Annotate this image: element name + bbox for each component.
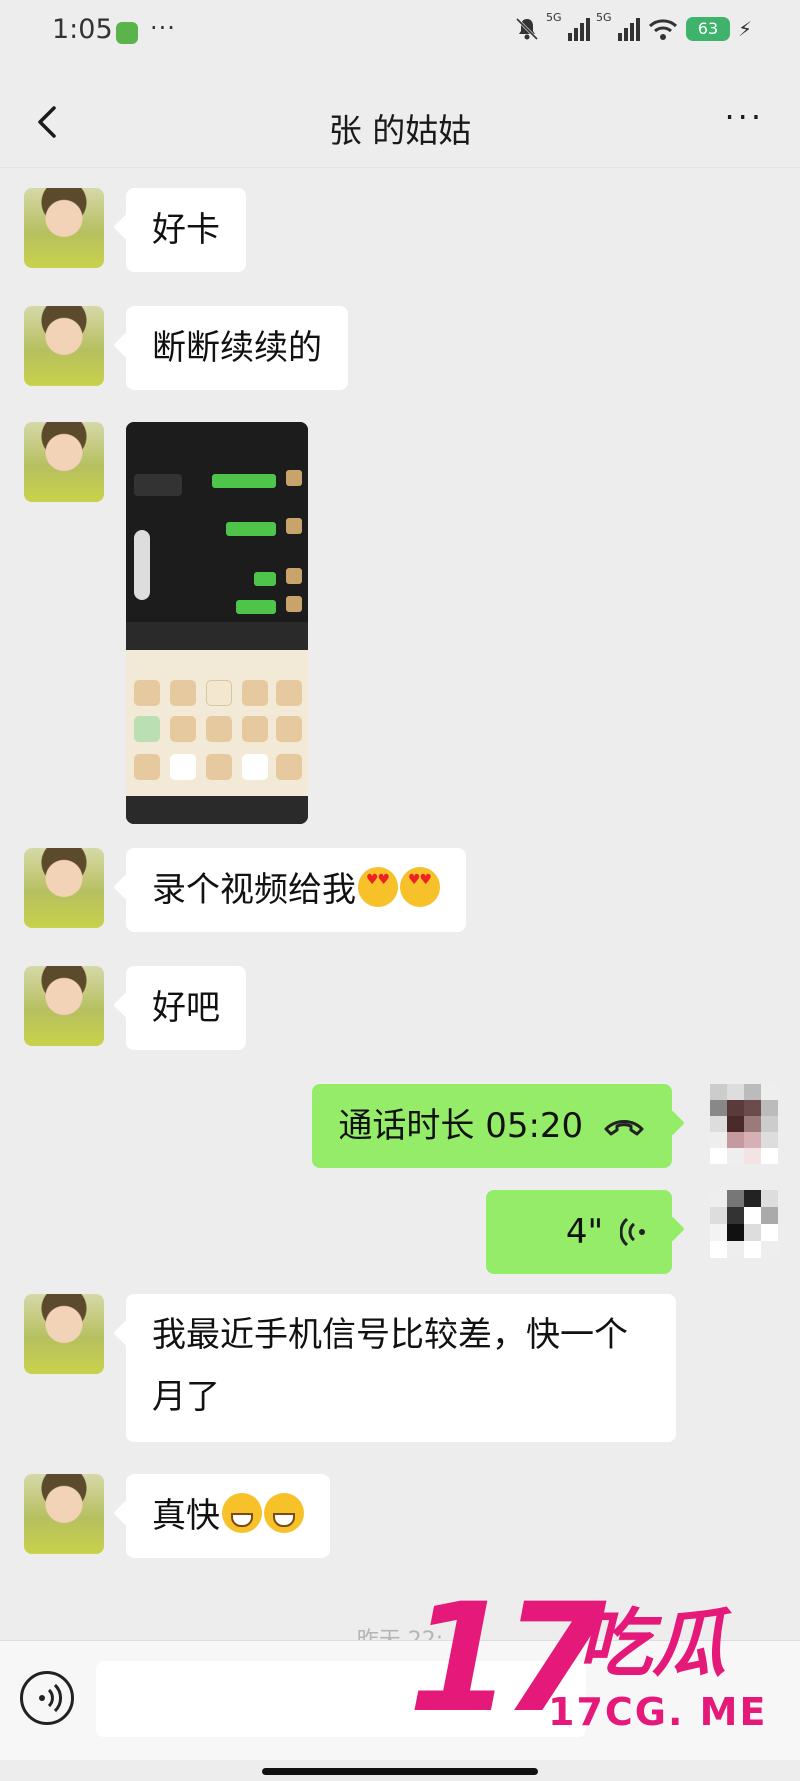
phone-hangup-icon (604, 1120, 644, 1136)
signal-5g-icon-2: 5G (596, 11, 640, 41)
contact-avatar[interactable] (24, 966, 104, 1046)
my-avatar[interactable] (710, 1190, 778, 1258)
charging-icon: ⚡ (737, 17, 752, 41)
message-bubble[interactable]: 好卡 (126, 188, 246, 272)
message-bubble[interactable]: 真快 (126, 1474, 330, 1558)
chat-title: 张 的姑姑 (328, 111, 472, 150)
contact-avatar[interactable] (24, 422, 104, 502)
chat-header: 张 的姑姑 ··· (0, 84, 800, 168)
voice-message-bubble[interactable]: 4" (486, 1190, 672, 1274)
screenshot-input-area (126, 622, 308, 650)
contact-avatar[interactable] (24, 1474, 104, 1554)
message-text: 录个视频给我 (152, 870, 356, 910)
more-options-button[interactable]: ··· (724, 98, 764, 136)
screenshot-chat-area (126, 422, 308, 650)
watermark-url: 17CG. ME (548, 1690, 768, 1734)
signal-5g-icon: 5G (546, 11, 590, 41)
message-bubble[interactable]: 断断续续的 (126, 306, 348, 390)
message-bubble[interactable]: 好吧 (126, 966, 246, 1050)
grin-emoji (264, 1493, 304, 1533)
call-record-bubble[interactable]: 通话时长 05:20 (312, 1084, 672, 1168)
call-duration-text: 通话时长 05:20 (338, 1106, 584, 1146)
message-bubble[interactable]: 我最近手机信号比较差，快一个月了 (126, 1294, 676, 1442)
contact-avatar[interactable] (24, 848, 104, 928)
battery-icon: 63 (685, 17, 730, 41)
message-bubble[interactable]: 录个视频给我 (126, 848, 466, 932)
my-avatar[interactable] (710, 1084, 778, 1164)
screenshot-bottom-bar (126, 796, 308, 824)
voice-input-button[interactable] (20, 1671, 74, 1725)
voice-duration: 4" (565, 1212, 604, 1252)
more-notifications-icon: ··· (150, 14, 176, 42)
contact-avatar[interactable] (24, 306, 104, 386)
grin-emoji (222, 1493, 262, 1533)
voice-icon (39, 1683, 62, 1713)
watermark-chinese: 吃瓜 (578, 1601, 726, 1687)
status-icons: 5G 5G 63 ⚡ (514, 11, 752, 42)
watermark-logo: 17 吃瓜 17CG. ME (408, 1584, 784, 1754)
contact-avatar[interactable] (24, 188, 104, 268)
heart-eyes-emoji (400, 867, 440, 907)
message-text: 真快 (152, 1496, 220, 1536)
mute-bell-icon (515, 17, 539, 41)
status-time: 1:05 (52, 14, 113, 45)
contact-avatar[interactable] (24, 1294, 104, 1374)
voice-wave-icon (619, 1217, 645, 1247)
screenshot-sticker-panel (126, 650, 308, 796)
app-notification-icon (116, 22, 138, 44)
heart-eyes-emoji (358, 867, 398, 907)
status-bar: 1:05 ··· 5G 5G 63 ⚡ (0, 0, 800, 64)
home-indicator (262, 1768, 538, 1775)
wifi-icon (648, 19, 677, 40)
image-message[interactable] (126, 422, 308, 824)
